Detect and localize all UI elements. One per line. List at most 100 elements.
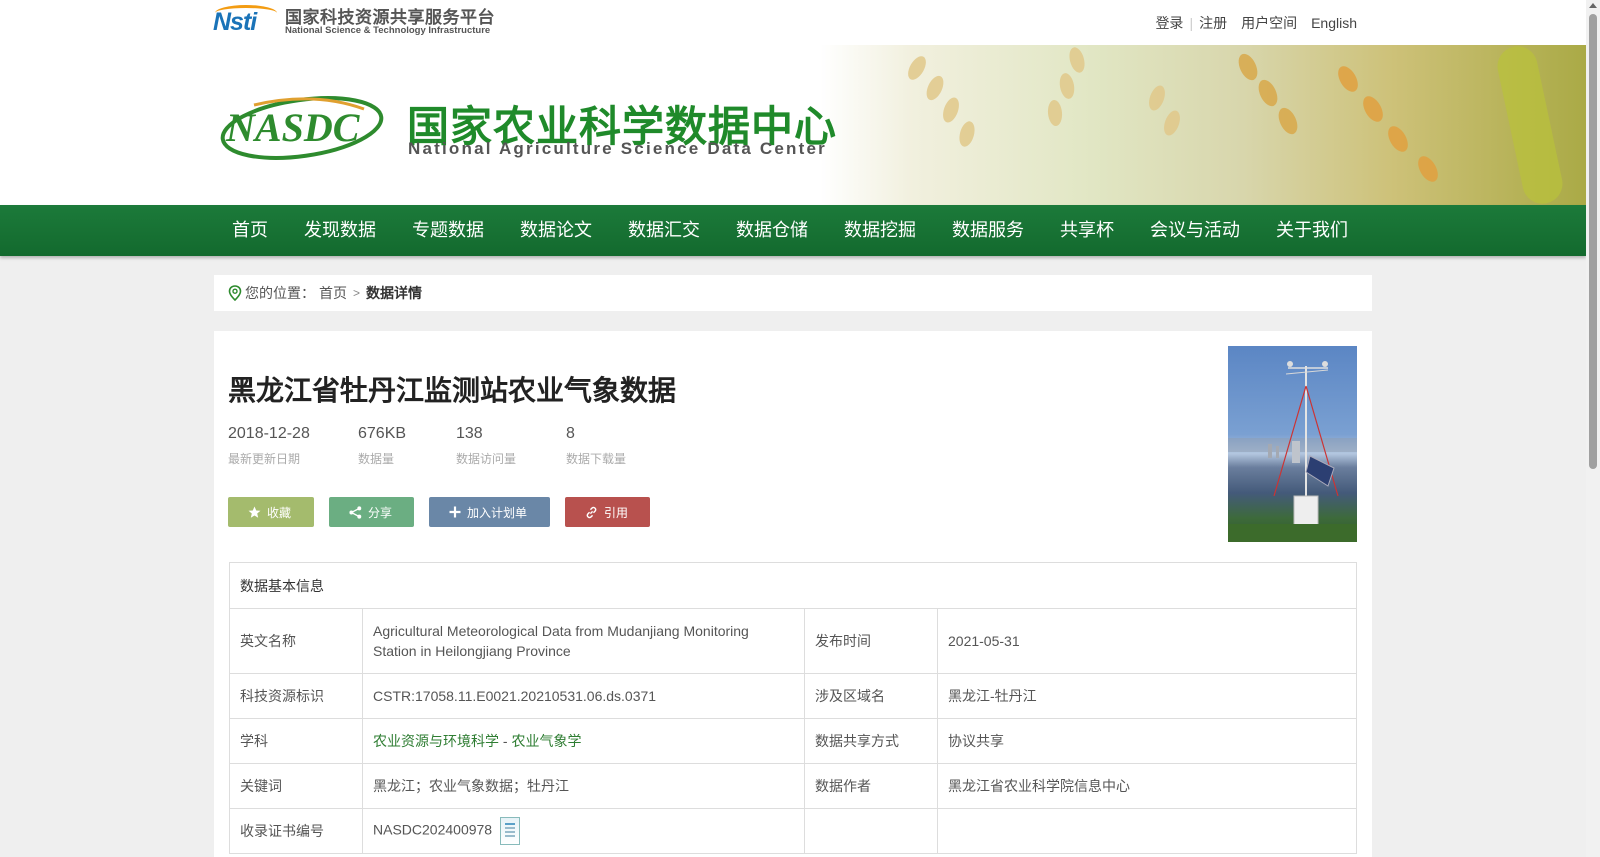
- stat-visits: 138 数据访问量: [456, 425, 566, 467]
- dataset-stats: 2018-12-28 最新更新日期 676KB 数据量 138 数据访问量 8 …: [228, 425, 666, 467]
- stat-value: 8: [566, 425, 575, 442]
- grain-decoration: [1334, 62, 1362, 96]
- scroll-up-arrow-icon[interactable]: [1589, 3, 1597, 8]
- stat-label: 数据下载量: [566, 452, 627, 466]
- field-label: [804, 808, 938, 854]
- breadcrumb-label: 您的位置：: [245, 285, 315, 301]
- platform-name-en: National Science & Technology Infrastruc…: [285, 25, 491, 37]
- nav-item-10[interactable]: 关于我们: [1258, 205, 1366, 256]
- nsti-logo-text: 国家科技资源共享服务平台 National Science & Technolo…: [285, 7, 495, 37]
- dataset-thumbnail-image[interactable]: [1228, 346, 1357, 542]
- stat-value: 676KB: [358, 425, 407, 442]
- logo-swoosh-icon: [215, 5, 277, 21]
- grain-decoration: [939, 95, 963, 125]
- share-button[interactable]: 分享: [329, 497, 414, 527]
- table-row: 科技资源标识 CSTR:17058.11.E0021.20210531.06.d…: [229, 673, 1357, 719]
- table-row: 关键词 黑龙江；农业气象数据；牡丹江 数据作者 黑龙江省农业科学院信息中心: [229, 763, 1357, 809]
- grain-decoration: [1046, 99, 1064, 127]
- field-value: 2021-05-31: [937, 608, 1357, 674]
- stat-data-size: 676KB 数据量: [358, 425, 456, 467]
- grain-decoration: [1160, 108, 1184, 138]
- nav-item-8[interactable]: 共享杯: [1042, 205, 1132, 256]
- field-label: 科技资源标识: [229, 673, 363, 719]
- dataset-title: 黑龙江省牡丹江监测站农业气象数据: [228, 375, 677, 406]
- table-row: 英文名称 Agricultural Meteorological Data fr…: [229, 608, 1357, 674]
- field-value: NASDC202400978: [362, 808, 805, 854]
- cite-button[interactable]: 引用: [565, 497, 650, 527]
- stat-label: 最新更新日期: [228, 452, 301, 466]
- field-label: 收录证书编号: [229, 808, 363, 854]
- nav-item-7[interactable]: 数据服务: [934, 205, 1042, 256]
- header-banner: NASDC 国家农业科学数据中心 National Agriculture Sc…: [0, 45, 1586, 205]
- plus-icon: [449, 506, 461, 518]
- login-link[interactable]: 登录: [1155, 13, 1183, 33]
- add-to-plan-button[interactable]: 加入计划单: [429, 497, 550, 527]
- basic-info-table: 数据基本信息 英文名称 Agricultural Meteorological …: [229, 562, 1357, 854]
- link-icon: [586, 506, 597, 518]
- subject-separator: -: [499, 733, 512, 749]
- link-separator: |: [1189, 15, 1194, 31]
- page-scrollbar[interactable]: [1586, 0, 1600, 857]
- scrollbar-thumb[interactable]: [1589, 14, 1597, 469]
- nav-item-5[interactable]: 数据仓储: [718, 205, 826, 256]
- field-label: 学科: [229, 718, 363, 764]
- field-value: 黑龙江；农业气象数据；牡丹江: [362, 763, 805, 809]
- grain-decoration: [1057, 71, 1077, 101]
- field-label: 涉及区域名: [804, 673, 938, 719]
- subject-link[interactable]: 农业资源与环境科学: [373, 733, 499, 749]
- nav-item-1[interactable]: 发现数据: [286, 205, 394, 256]
- dataset-detail-panel: 黑龙江省牡丹江监测站农业气象数据 2018-12-28 最新更新日期 676KB…: [214, 331, 1372, 857]
- subfield-link[interactable]: 农业气象学: [511, 733, 581, 749]
- certificate-icon[interactable]: [500, 817, 521, 845]
- stat-value: 138: [456, 425, 483, 442]
- table-header-row: 数据基本信息: [229, 562, 1357, 609]
- field-value: 农业资源与环境科学 - 农业气象学: [362, 718, 805, 764]
- grain-decoration: [1145, 83, 1169, 113]
- share-icon: [349, 505, 362, 519]
- grain-decoration: [923, 73, 947, 103]
- grain-decoration: [1066, 45, 1088, 75]
- weather-station-image: [1228, 361, 1357, 542]
- register-link[interactable]: 注册: [1199, 13, 1227, 33]
- nav-item-9[interactable]: 会议与活动: [1132, 205, 1258, 256]
- nsti-logo[interactable]: Nsti 国家科技资源共享服务平台 National Science & Tec…: [213, 5, 495, 37]
- center-title-en: National Agriculture Science Data Center: [408, 139, 827, 158]
- nav-item-6[interactable]: 数据挖掘: [826, 205, 934, 256]
- nasdc-logo-text: NASDC: [225, 105, 361, 150]
- field-label: 英文名称: [229, 608, 363, 674]
- stat-value: 2018-12-28: [228, 425, 310, 442]
- nsti-logo-mark: Nsti: [213, 5, 279, 37]
- main-nav: 首页 发现数据 专题数据 数据论文 数据汇交 数据仓储 数据挖掘 数据服务 共享杯 会议与活动 关于…: [0, 205, 1586, 256]
- platform-name-cn: 国家科技资源共享服务平台: [285, 7, 495, 27]
- rice-background-image: [820, 45, 1586, 205]
- field-value: 协议共享: [937, 718, 1357, 764]
- field-value: 黑龙江-牡丹江: [937, 673, 1357, 719]
- field-label: 数据共享方式: [804, 718, 938, 764]
- field-value: 黑龙江省农业科学院信息中心: [937, 763, 1357, 809]
- english-link[interactable]: English: [1311, 15, 1357, 31]
- nasdc-logo[interactable]: NASDC: [214, 95, 384, 160]
- breadcrumb: 您的位置： 首页 > 数据详情: [214, 275, 1372, 311]
- nav-item-2[interactable]: 专题数据: [394, 205, 502, 256]
- grain-decoration: [1384, 122, 1412, 156]
- location-pin-icon: [228, 285, 242, 301]
- breadcrumb-home-link[interactable]: 首页: [319, 283, 347, 303]
- star-icon: [248, 506, 261, 518]
- nav-item-4[interactable]: 数据汇交: [610, 205, 718, 256]
- grain-decoration: [1254, 76, 1282, 110]
- grain-decoration: [1234, 50, 1262, 84]
- grain-decoration: [904, 53, 930, 83]
- nav-items: 首页 发现数据 专题数据 数据论文 数据汇交 数据仓储 数据挖掘 数据服务 共享杯 会议与活动 关于…: [214, 205, 1366, 256]
- chevron-right-icon: >: [353, 286, 361, 300]
- nav-item-0[interactable]: 首页: [214, 205, 286, 256]
- field-label: 关键词: [229, 763, 363, 809]
- nav-item-3[interactable]: 数据论文: [502, 205, 610, 256]
- table-title: 数据基本信息: [229, 562, 1357, 609]
- user-space-link[interactable]: 用户空间: [1241, 13, 1297, 33]
- share-label: 分享: [368, 505, 393, 520]
- stat-update-date: 2018-12-28 最新更新日期: [228, 425, 358, 467]
- favorite-button[interactable]: 收藏: [228, 497, 314, 527]
- cite-label: 引用: [604, 505, 629, 520]
- table-row: 收录证书编号 NASDC202400978: [229, 808, 1357, 854]
- grain-decoration: [1414, 152, 1442, 186]
